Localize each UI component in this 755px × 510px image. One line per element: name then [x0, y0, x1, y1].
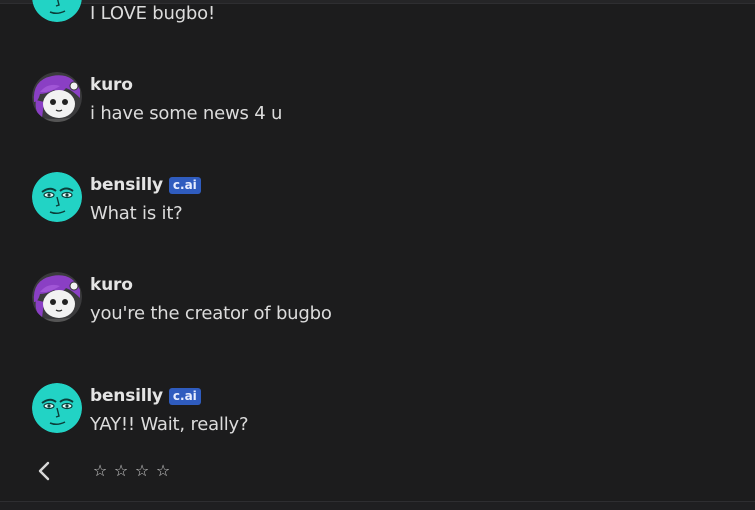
- cai-badge: c.ai: [168, 176, 201, 194]
- chat-message: kuro you're the creator of bugbo: [32, 272, 732, 342]
- chat-message: bensilly c.ai What is it?: [32, 172, 732, 242]
- bensilly-avatar-image: [32, 0, 82, 22]
- message-text: What is it?: [90, 203, 183, 224]
- chat-message: kuro i have some news 4 u: [32, 72, 732, 142]
- kuro-avatar[interactable]: [32, 72, 82, 122]
- chat-message: I LOVE bugbo!: [32, 0, 732, 42]
- chevron-left-icon: [38, 461, 50, 481]
- message-text: I LOVE bugbo!: [90, 3, 215, 24]
- author-name[interactable]: kuro: [90, 275, 133, 295]
- star-2-icon[interactable]: ☆: [113, 460, 129, 482]
- author-row: kuro: [90, 274, 133, 296]
- bensilly-avatar-image: [32, 383, 82, 433]
- kuro-avatar-image: [32, 272, 82, 322]
- bottom-divider: [0, 501, 755, 510]
- message-text: i have some news 4 u: [90, 103, 283, 124]
- star-3-icon[interactable]: ☆: [134, 460, 150, 482]
- kuro-avatar-image: [32, 72, 82, 122]
- message-text: YAY!! Wait, really?: [90, 414, 249, 435]
- bensilly-avatar[interactable]: [32, 383, 82, 433]
- bensilly-avatar-image: [32, 172, 82, 222]
- author-row: bensilly c.ai: [90, 174, 201, 196]
- author-name[interactable]: bensilly: [90, 175, 163, 195]
- chat-screen: I LOVE bugbo! kuro i have some news 4 u: [0, 0, 755, 510]
- message-controls: ☆ ☆ ☆ ☆: [30, 456, 230, 486]
- kuro-avatar[interactable]: [32, 272, 82, 322]
- author-row: bensilly c.ai: [90, 385, 201, 407]
- star-4-icon[interactable]: ☆: [155, 460, 171, 482]
- chat-message: bensilly c.ai YAY!! Wait, really?: [32, 383, 732, 453]
- star-1-icon[interactable]: ☆: [92, 460, 108, 482]
- cai-badge: c.ai: [168, 387, 201, 405]
- author-name[interactable]: kuro: [90, 75, 133, 95]
- message-text: you're the creator of bugbo: [90, 303, 332, 324]
- star-rating: ☆ ☆ ☆ ☆: [92, 460, 171, 482]
- author-row: kuro: [90, 74, 133, 96]
- bensilly-avatar[interactable]: [32, 0, 82, 22]
- bensilly-avatar[interactable]: [32, 172, 82, 222]
- previous-response-button[interactable]: [30, 456, 58, 486]
- author-name[interactable]: bensilly: [90, 386, 163, 406]
